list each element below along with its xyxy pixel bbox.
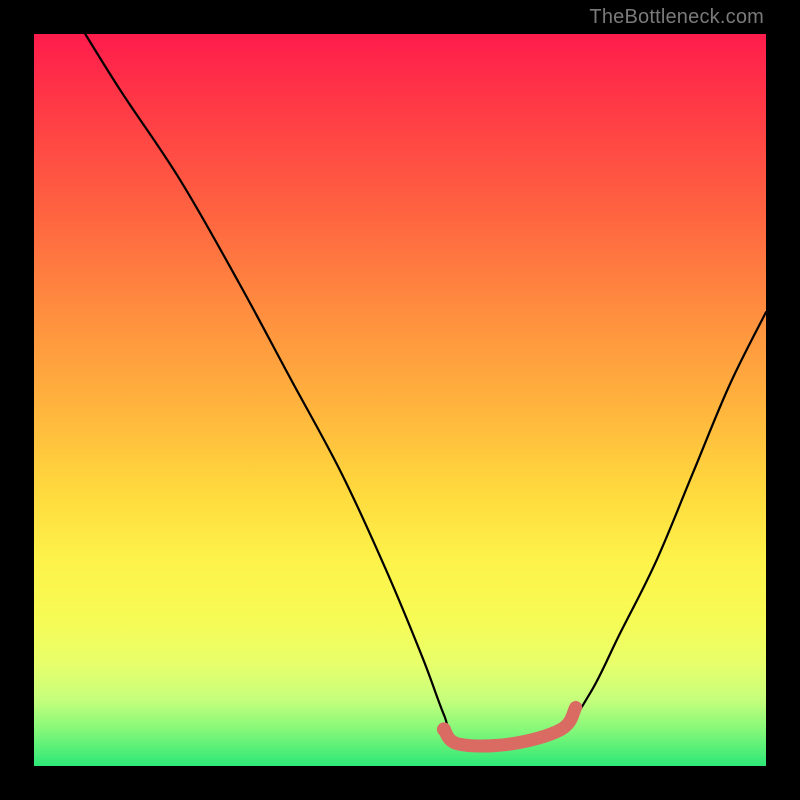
plot-area <box>34 34 766 766</box>
chart-svg <box>34 34 766 766</box>
bottleneck-curve <box>85 34 766 747</box>
optimal-start-dot <box>437 722 451 736</box>
watermark-text: TheBottleneck.com <box>589 6 764 29</box>
chart-frame: TheBottleneck.com <box>0 0 800 800</box>
optimal-range-highlight <box>444 707 576 746</box>
